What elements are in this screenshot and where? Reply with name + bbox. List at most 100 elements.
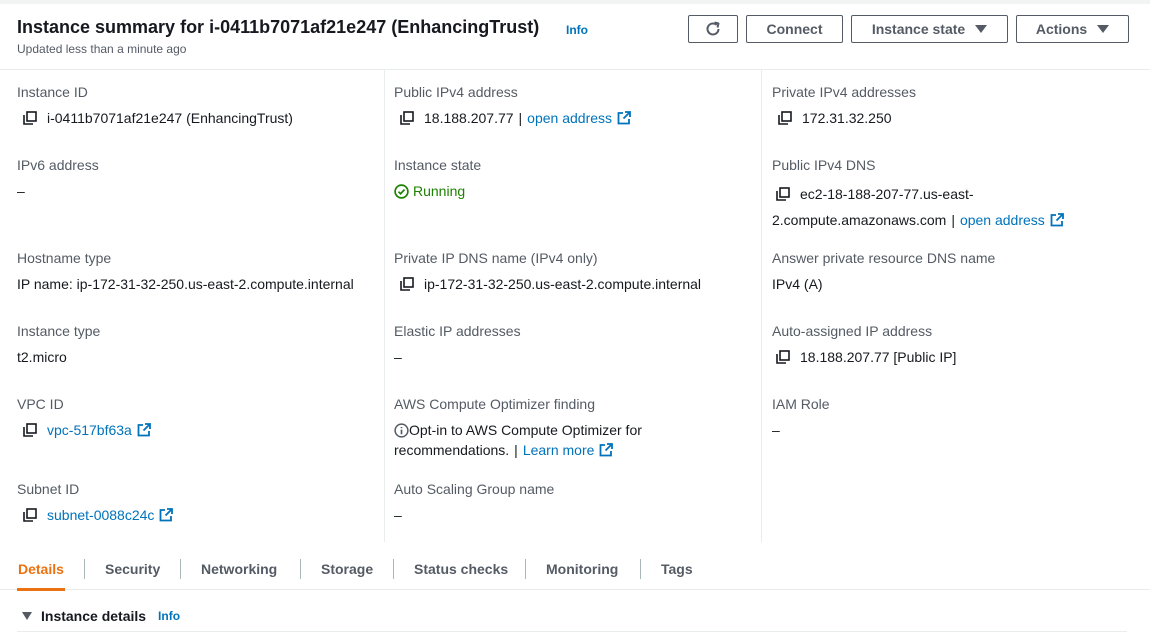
field-hostname-type: Hostname type IP name: ip-172-31-32-250.… <box>17 249 377 294</box>
field-public-ipv4: Public IPv4 address 18.188.207.77 | open… <box>394 83 754 128</box>
tab-separator <box>640 559 641 579</box>
actions-label: Actions <box>1035 21 1088 37</box>
refresh-button[interactable] <box>688 15 738 43</box>
tab-separator <box>180 559 181 579</box>
tab-separator <box>84 559 85 579</box>
instance-state-label: Instance state <box>871 21 966 37</box>
field-label: Public IPv4 DNS <box>772 157 876 173</box>
field-iam-role: IAM Role – <box>772 395 1132 440</box>
field-label: AWS Compute Optimizer finding <box>394 396 595 412</box>
page-title: Instance summary for i-0411b7071af21e247… <box>17 17 540 37</box>
connect-button-label: Connect <box>766 21 823 37</box>
field-subnet-id: Subnet ID subnet-0088c24c <box>17 480 377 525</box>
iam-role-value: – <box>772 422 780 438</box>
field-private-ipv4: Private IPv4 addresses 172.31.32.250 <box>772 83 1132 128</box>
copy-icon[interactable] <box>23 423 37 437</box>
copy-icon[interactable] <box>776 350 790 364</box>
instance-tabs: Details Security Networking Storage Stat… <box>0 548 1150 591</box>
instance-type-value: t2.micro <box>17 349 67 365</box>
private-dns-value: ip-172-31-32-250.us-east-2.compute.inter… <box>424 276 702 292</box>
field-answer-dns: Answer private resource DNS name IPv4 (A… <box>772 249 1132 294</box>
field-label: IPv6 address <box>17 157 99 173</box>
public-dns-value-line1: ec2-18-188-207-77.us-east- <box>800 186 974 202</box>
field-label: Subnet ID <box>17 481 80 497</box>
open-address-link[interactable]: open address <box>527 108 612 128</box>
tab-tags[interactable]: Tags <box>661 548 693 590</box>
field-label: Answer private resource DNS name <box>772 250 996 266</box>
field-vpc-id: VPC ID vpc-517bf63a <box>17 395 377 440</box>
tab-separator <box>300 559 301 579</box>
field-label: Public IPv4 address <box>394 84 518 100</box>
copy-icon[interactable] <box>400 277 414 291</box>
info-link[interactable]: Info <box>566 23 588 37</box>
instance-details-toggle[interactable]: Instance details Info <box>22 608 180 624</box>
field-label: Elastic IP addresses <box>394 323 521 339</box>
refresh-icon <box>706 21 720 36</box>
field-compute-optimizer: AWS Compute Optimizer finding Opt-in to … <box>394 395 754 460</box>
instance-details-grid: Instance ID i-0411b7071af21e247 (Enhanci… <box>0 70 1150 548</box>
tab-separator <box>525 559 526 579</box>
copy-icon[interactable] <box>778 111 792 125</box>
connect-button[interactable]: Connect <box>746 15 843 43</box>
running-status: Running <box>413 183 466 199</box>
field-label: Instance state <box>394 157 482 173</box>
learn-more-link[interactable]: Learn more <box>523 440 595 460</box>
field-label: Instance type <box>17 323 101 339</box>
external-link-icon[interactable] <box>617 111 631 125</box>
public-dns-value-line2: 2.compute.amazonaws.com <box>772 212 947 228</box>
tab-security[interactable]: Security <box>105 548 160 590</box>
tab-networking[interactable]: Networking <box>201 548 277 590</box>
separator: | <box>514 442 518 458</box>
copy-icon[interactable] <box>23 508 37 522</box>
field-label: Hostname type <box>17 250 112 266</box>
expand-caret-icon <box>22 612 32 620</box>
field-label: Private IPv4 addresses <box>772 84 916 100</box>
private-ipv4-value: 172.31.32.250 <box>802 110 892 126</box>
field-elastic-ip: Elastic IP addresses – <box>394 322 754 367</box>
asg-name-value: – <box>394 507 402 523</box>
answer-dns-value: IPv4 (A) <box>772 276 823 292</box>
optimizer-text-line1: Opt-in to AWS Compute Optimizer for <box>409 422 642 438</box>
field-private-dns: Private IP DNS name (IPv4 only) ip-172-3… <box>394 249 754 294</box>
tab-monitoring[interactable]: Monitoring <box>546 548 618 590</box>
tab-status-checks[interactable]: Status checks <box>414 548 508 590</box>
ipv6-value: – <box>17 183 25 199</box>
field-instance-state: Instance state Running <box>394 156 754 201</box>
instance-state-dropdown[interactable]: Instance state <box>851 15 1008 43</box>
field-label: IAM Role <box>772 396 830 412</box>
caret-down-icon <box>975 25 988 33</box>
subnet-id-link[interactable]: subnet-0088c24c <box>47 505 154 525</box>
actions-dropdown[interactable]: Actions <box>1016 15 1129 43</box>
field-instance-type: Instance type t2.micro <box>17 322 377 367</box>
optimizer-text-line2: recommendations. <box>394 442 510 458</box>
external-link-icon[interactable] <box>159 508 174 522</box>
instance-details-section: Instance details Info <box>0 600 1150 635</box>
auto-ip-value: 18.188.207.77 [Public IP] <box>800 349 957 365</box>
field-auto-ip: Auto-assigned IP address 18.188.207.77 [… <box>772 322 1132 367</box>
open-address-link[interactable]: open address <box>960 207 1045 233</box>
info-link[interactable]: Info <box>158 609 180 623</box>
copy-icon[interactable] <box>23 111 37 125</box>
column-divider <box>761 70 762 542</box>
external-link-icon[interactable] <box>1050 213 1064 227</box>
field-label: Auto-assigned IP address <box>772 323 933 339</box>
column-divider <box>384 70 385 542</box>
tab-separator <box>393 559 394 579</box>
copy-icon[interactable] <box>776 187 790 201</box>
field-label: Private IP DNS name (IPv4 only) <box>394 250 598 266</box>
external-link-icon[interactable] <box>137 423 151 437</box>
separator: | <box>951 212 955 228</box>
external-link-icon[interactable] <box>599 443 614 457</box>
field-asg-name: Auto Scaling Group name – <box>394 480 754 525</box>
instance-id-value: i-0411b7071af21e247 (EnhancingTrust) <box>47 110 293 126</box>
instance-summary-header: Instance summary for i-0411b7071af21e247… <box>0 4 1150 70</box>
field-instance-id: Instance ID i-0411b7071af21e247 (Enhanci… <box>17 83 377 128</box>
vpc-id-link[interactable]: vpc-517bf63a <box>47 420 132 440</box>
tab-details[interactable]: Details <box>17 548 65 591</box>
hostname-type-value: IP name: ip-172-31-32-250.us-east-2.comp… <box>17 276 354 292</box>
check-circle-icon <box>394 183 409 199</box>
section-divider <box>17 631 1127 632</box>
tab-storage[interactable]: Storage <box>321 548 373 590</box>
copy-icon[interactable] <box>400 111 414 125</box>
field-label: VPC ID <box>17 396 64 412</box>
